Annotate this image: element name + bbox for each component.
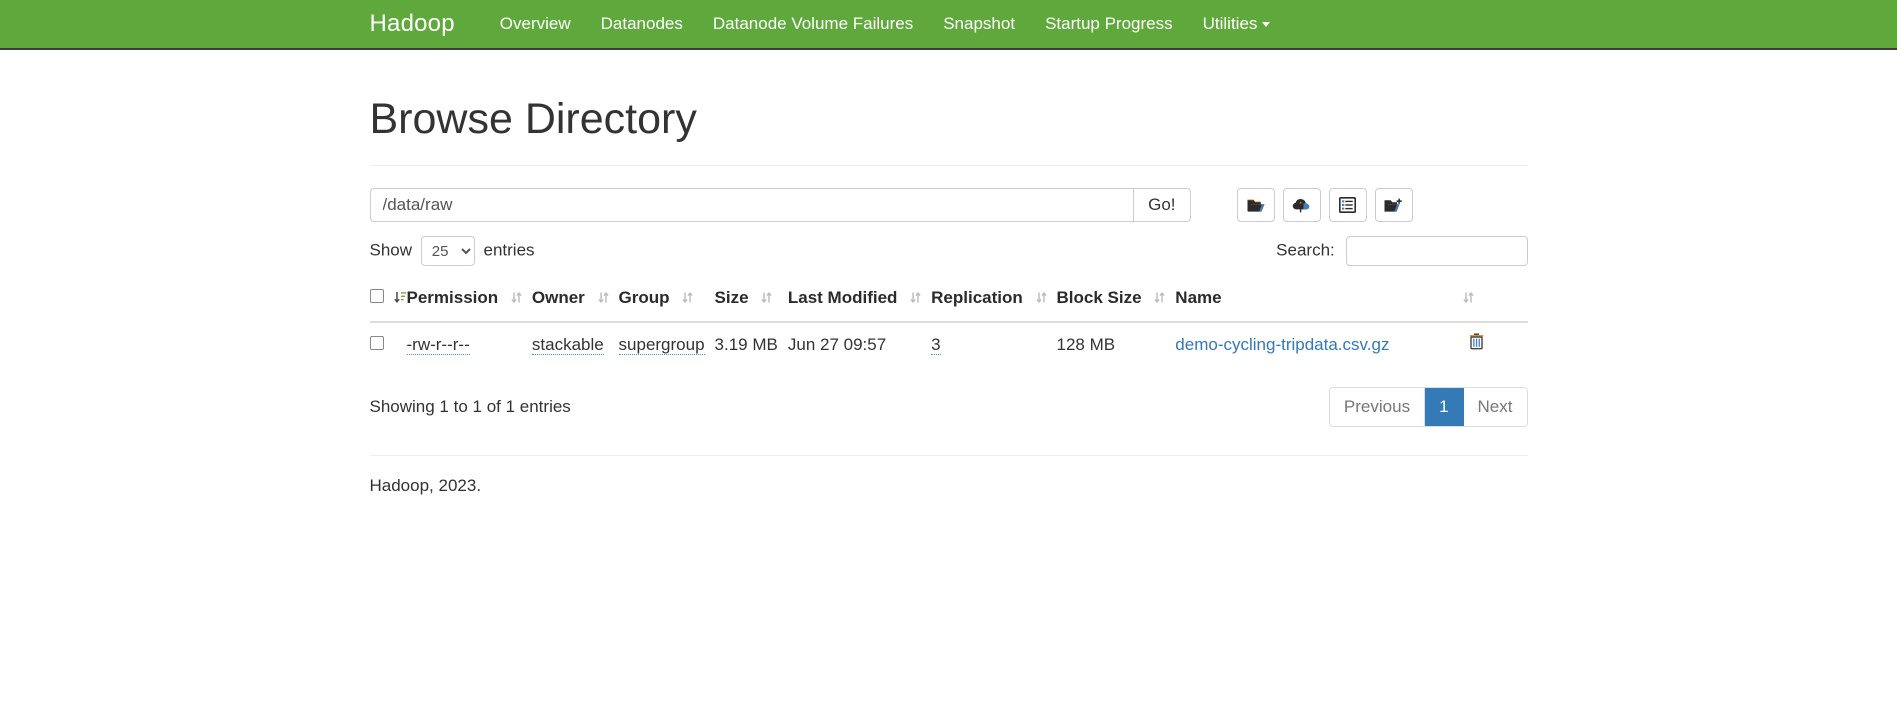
trash-icon (1469, 333, 1484, 353)
pagination-previous[interactable]: Previous (1330, 388, 1425, 426)
column-header-size[interactable]: Size (715, 278, 788, 321)
directory-path-input[interactable] (370, 188, 1134, 222)
datatable-footer: Showing 1 to 1 of 1 entries Previous 1 N… (370, 387, 1528, 427)
list-alt-icon (1339, 197, 1356, 213)
table-info: Showing 1 to 1 of 1 entries (370, 395, 571, 419)
upload-file-button[interactable] (1283, 188, 1321, 222)
cell-size: 3.19 MB (715, 322, 788, 367)
sort-amount-icon (394, 287, 407, 311)
snapshot-list-button[interactable] (1329, 188, 1367, 222)
replication-value[interactable]: 3 (931, 335, 940, 355)
nav-item-utilities-label: Utilities (1203, 14, 1258, 33)
sort-icon (1154, 287, 1165, 311)
page-title: Browse Directory (370, 96, 1528, 143)
footer-divider (370, 455, 1528, 456)
table-header-row: Permission Owner (370, 278, 1528, 321)
column-header-name-label: Name (1175, 288, 1221, 307)
delete-file-button[interactable] (1469, 333, 1484, 353)
search-control: Search: (1276, 236, 1527, 266)
table-head: Permission Owner (370, 278, 1528, 321)
entries-label: entries (484, 241, 535, 260)
column-header-permission[interactable]: Permission (407, 278, 532, 321)
column-header-replication-label: Replication (931, 288, 1023, 307)
nav-item-datanodes[interactable]: Datanodes (586, 0, 698, 48)
page-footer: Hadoop, 2023. (370, 474, 1528, 518)
column-header-owner[interactable]: Owner (532, 278, 619, 321)
nav-item-overview[interactable]: Overview (485, 0, 586, 48)
column-header-permission-label: Permission (407, 288, 499, 307)
sort-icon (910, 287, 921, 311)
main-container: Browse Directory Go! (370, 50, 1528, 518)
sort-icon (511, 287, 522, 311)
cell-permission: -rw-r--r-- (407, 322, 532, 367)
cloud-upload-icon (1292, 198, 1311, 213)
table-row: -rw-r--r-- stackable supergroup 3.19 MB … (370, 322, 1528, 367)
column-header-block-size-label: Block Size (1057, 288, 1142, 307)
column-header-last-modified[interactable]: Last Modified (788, 278, 931, 321)
row-spacer-cell (394, 322, 407, 367)
row-checkbox[interactable] (370, 336, 384, 350)
cell-replication: 3 (931, 322, 1056, 367)
search-input[interactable] (1346, 236, 1528, 266)
title-divider (370, 165, 1528, 166)
directory-tools-toolbar (1237, 188, 1413, 222)
search-label: Search: (1276, 241, 1335, 260)
show-label: Show (370, 241, 413, 260)
nav-item-utilities[interactable]: Utilities (1188, 0, 1286, 48)
column-header-group-label: Group (619, 288, 670, 307)
file-link[interactable]: demo-cycling-tripdata.csv.gz (1175, 335, 1389, 354)
directory-listing-table: Permission Owner (370, 278, 1528, 367)
sort-icon (682, 287, 693, 311)
path-input-group: Go! (370, 188, 1191, 222)
go-button[interactable]: Go! (1133, 188, 1190, 222)
column-header-replication[interactable]: Replication (931, 278, 1056, 321)
datatable-controls: Show 25 50 100 entries Search: (370, 236, 1528, 266)
pagination: Previous 1 Next (1329, 387, 1528, 427)
cell-name: demo-cycling-tripdata.csv.gz (1175, 322, 1527, 367)
column-header-size-label: Size (715, 288, 749, 307)
nav-item-datanode-volume-failures[interactable]: Datanode Volume Failures (698, 0, 928, 48)
brand-hadoop[interactable]: Hadoop (370, 7, 473, 41)
folder-open-icon (1247, 198, 1265, 213)
cell-block-size: 128 MB (1057, 322, 1176, 367)
nav-item-snapshot[interactable]: Snapshot (928, 0, 1030, 48)
row-select-cell[interactable] (370, 322, 394, 367)
table-body: -rw-r--r-- stackable supergroup 3.19 MB … (370, 322, 1528, 367)
cell-owner: stackable (532, 322, 619, 367)
nav-item-startup-progress[interactable]: Startup Progress (1030, 0, 1188, 48)
create-directory-button[interactable] (1375, 188, 1413, 222)
sort-icon (1036, 287, 1047, 311)
column-header-owner-label: Owner (532, 288, 585, 307)
permission-value[interactable]: -rw-r--r-- (407, 335, 470, 355)
folder-new-icon (1384, 198, 1403, 213)
browse-folder-button[interactable] (1237, 188, 1275, 222)
group-value[interactable]: supergroup (619, 335, 705, 355)
sort-icon (598, 287, 609, 311)
column-header-name[interactable]: Name (1175, 278, 1527, 321)
column-header-block-size[interactable]: Block Size (1057, 278, 1176, 321)
page-length-control: Show 25 50 100 entries (370, 236, 535, 266)
owner-value[interactable]: stackable (532, 335, 604, 355)
pagination-page-1[interactable]: 1 (1425, 388, 1463, 426)
column-header-group[interactable]: Group (619, 278, 715, 321)
page-length-select[interactable]: 25 50 100 (421, 236, 475, 266)
column-header-sort-indicator[interactable] (394, 278, 407, 321)
select-all-checkbox[interactable] (370, 289, 384, 303)
cell-last-modified: Jun 27 09:57 (788, 322, 931, 367)
sort-icon (761, 287, 772, 311)
sort-icon (1463, 287, 1474, 311)
path-toolbar-row: Go! (370, 188, 1528, 222)
top-navbar: Hadoop Overview Datanodes Datanode Volum… (0, 0, 1897, 50)
cell-group: supergroup (619, 322, 715, 367)
pagination-next[interactable]: Next (1464, 388, 1527, 426)
nav-links: Overview Datanodes Datanode Volume Failu… (485, 0, 1286, 48)
column-header-last-modified-label: Last Modified (788, 288, 898, 307)
column-header-select-all[interactable] (370, 278, 394, 321)
chevron-down-icon (1262, 22, 1270, 27)
